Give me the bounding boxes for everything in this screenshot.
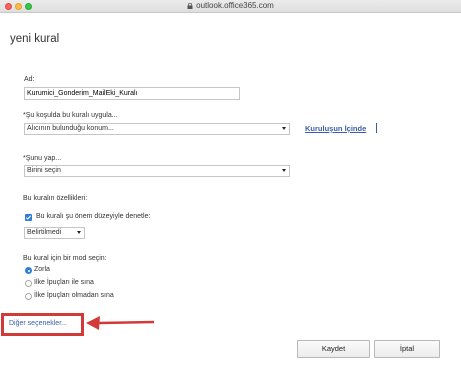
action-select-value: Birini seçin (27, 167, 61, 174)
lock-icon (187, 3, 193, 9)
name-label: Ad: (24, 76, 35, 83)
action-label: *Şunu yap... (23, 155, 62, 162)
browser-titlebar: outlook.office365.com (0, 0, 461, 13)
condition-label: *Şu koşulda bu kuralı uygula... (23, 112, 118, 119)
condition-select[interactable]: Alıcının bulunduğu konum... (24, 123, 290, 135)
url-text: outlook.office365.com (196, 1, 274, 10)
save-button[interactable]: Kaydet (297, 340, 370, 358)
properties-label: Bu kuralın özellikleri: (23, 195, 88, 202)
mode-radio-test-with-tips-label: İlke İpuçları ile sına (34, 279, 94, 286)
mode-label: Bu kural için bir mod seçin: (23, 255, 107, 262)
chevron-down-icon (77, 231, 81, 234)
chevron-down-icon (282, 169, 286, 172)
importance-select-value: Belirtilmedi (27, 229, 62, 236)
more-options-link[interactable]: Diğer seçenekler... (9, 320, 67, 327)
chevron-down-icon (282, 127, 286, 130)
arrow-annotation-icon (86, 316, 155, 330)
cancel-button[interactable]: İptal (374, 340, 440, 358)
mode-radio-enforce[interactable] (25, 267, 32, 274)
page-title: yeni kural (10, 33, 60, 45)
mode-radio-test-without-tips-label: İlke İpuçları olmadan sına (34, 292, 114, 299)
condition-select-value: Alıcının bulunduğu konum... (27, 125, 114, 132)
mode-radio-test-with-tips[interactable] (25, 280, 32, 287)
rule-name-input[interactable]: Kurumici_Gonderim_MailEki_Kuralı (24, 87, 240, 100)
mode-radio-enforce-label: Zorla (34, 266, 50, 273)
action-select[interactable]: Birini seçin (24, 165, 290, 177)
address-bar[interactable]: outlook.office365.com (0, 1, 461, 10)
text-cursor (376, 123, 377, 133)
importance-check-label: Bu kuralı şu önem düzeyiyle denetle: (36, 213, 151, 220)
importance-checkbox[interactable] (25, 214, 32, 221)
mode-radio-test-without-tips[interactable] (25, 293, 32, 300)
importance-select[interactable]: Belirtilmedi (24, 227, 85, 239)
condition-scope-link[interactable]: Kuruluşun İçinde (305, 124, 366, 133)
checkmark-icon (25, 215, 32, 220)
